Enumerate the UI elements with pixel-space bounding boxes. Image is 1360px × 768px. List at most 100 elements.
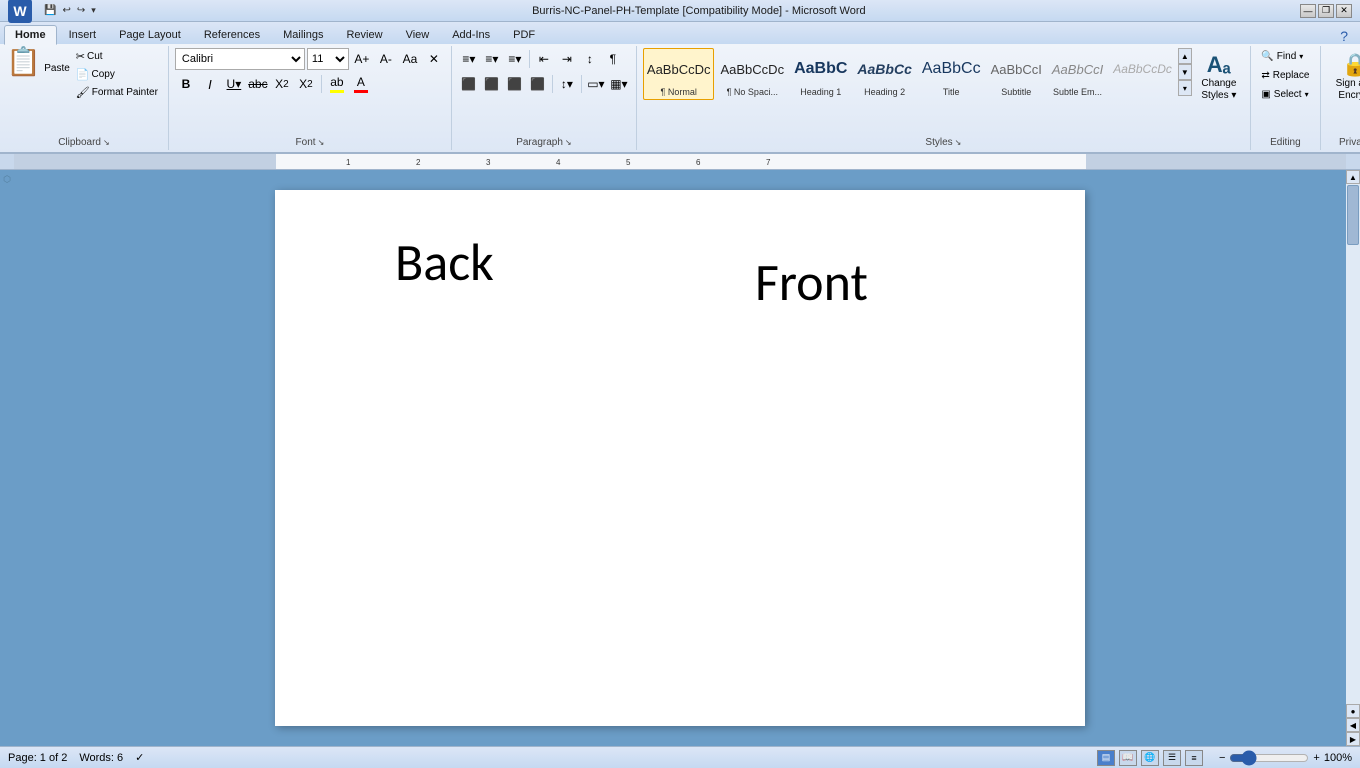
para-divider2 xyxy=(552,75,553,93)
zoom-slider[interactable] xyxy=(1229,752,1309,764)
border-btn[interactable]: ▦▾ xyxy=(608,73,630,95)
cut-button[interactable]: ✂ Cut xyxy=(72,48,162,65)
ruler-right-margin xyxy=(1086,154,1346,169)
document-area[interactable]: Back Front xyxy=(14,170,1346,746)
left-panel-marker: ⬡ xyxy=(3,174,11,185)
help-button[interactable]: ? xyxy=(1340,28,1348,44)
close-btn[interactable]: ✕ xyxy=(1336,4,1352,18)
print-layout-btn[interactable]: ▤ xyxy=(1097,750,1115,766)
styles-scroll-expand-btn[interactable]: ▾ xyxy=(1178,80,1192,96)
change-case-btn[interactable]: Aa xyxy=(399,48,421,70)
select-browse-obj-btn[interactable]: ● xyxy=(1346,704,1360,718)
style-subtitle[interactable]: AaBbCcI Subtitle xyxy=(987,48,1046,100)
tab-page-layout[interactable]: Page Layout xyxy=(108,25,192,44)
format-painter-button[interactable]: 🖌 Format Painter xyxy=(72,84,162,101)
quick-redo-btn[interactable]: ↪ xyxy=(75,4,87,17)
font-size-select[interactable]: 11 xyxy=(307,48,349,70)
numbering-btn[interactable]: ≡▾ xyxy=(481,48,503,70)
style-heading1[interactable]: AaBbC Heading 1 xyxy=(790,48,851,100)
underline-button[interactable]: U▾ xyxy=(223,73,245,95)
scroll-thumb[interactable] xyxy=(1347,185,1359,245)
bold-button[interactable]: B xyxy=(175,73,197,95)
style-title-text: AaBbCc xyxy=(922,60,981,78)
quick-customize-btn[interactable]: ▾ xyxy=(89,4,98,17)
scroll-up-btn[interactable]: ▲ xyxy=(1346,170,1360,184)
tab-add-ins[interactable]: Add-Ins xyxy=(441,25,501,44)
zoom-out-btn[interactable]: − xyxy=(1219,752,1225,764)
tab-references[interactable]: References xyxy=(193,25,271,44)
style-normal[interactable]: AaBbCcDc ¶ Normal xyxy=(643,48,715,100)
clear-format-btn[interactable]: ✕ xyxy=(423,48,445,70)
styles-scroll-up-btn[interactable]: ▲ xyxy=(1178,48,1192,64)
style-heading2-text: AaBbCc xyxy=(857,61,911,77)
prev-page-btn[interactable]: ◀ xyxy=(1346,718,1360,732)
full-reading-btn[interactable]: 📖 xyxy=(1119,750,1137,766)
draft-btn[interactable]: ≡ xyxy=(1185,750,1203,766)
vertical-scrollbar[interactable]: ▲ ● ◀ ▶ xyxy=(1346,170,1360,746)
sign-encrypt-button[interactable]: 🔒 Sign andEncrypt xyxy=(1330,48,1360,106)
select-button[interactable]: ▣ Select ▾ xyxy=(1256,86,1314,103)
shading-btn[interactable]: ▭▾ xyxy=(585,73,607,95)
bullets-btn[interactable]: ≡▾ xyxy=(458,48,480,70)
replace-button[interactable]: ⇄ Replace xyxy=(1256,67,1314,84)
scroll-track[interactable] xyxy=(1346,184,1360,704)
proofread-icon[interactable]: ✓ xyxy=(135,751,144,764)
font-expand-icon[interactable]: ↘ xyxy=(318,138,325,147)
decrease-indent-btn[interactable]: ⇤ xyxy=(533,48,555,70)
zoom-percentage: 100% xyxy=(1324,752,1352,764)
align-right-btn[interactable]: ⬛ xyxy=(504,73,526,95)
zoom-in-btn[interactable]: + xyxy=(1313,752,1319,764)
tab-mailings[interactable]: Mailings xyxy=(272,25,334,44)
style-subtle-em[interactable]: AaBbCcI Subtle Em... xyxy=(1048,48,1107,100)
font-size-increase-btn[interactable]: A+ xyxy=(351,48,373,70)
style-no-spacing[interactable]: AaBbCcDc ¶ No Spaci... xyxy=(716,48,788,100)
line-spacing-btn[interactable]: ↕▾ xyxy=(556,73,578,95)
style-heading2[interactable]: AaBbCc Heading 2 xyxy=(853,48,915,100)
tab-home[interactable]: Home xyxy=(4,25,57,45)
ruler-left-margin xyxy=(14,154,276,169)
find-dropdown-icon: ▾ xyxy=(1299,52,1303,61)
restore-btn[interactable]: ❐ xyxy=(1318,4,1334,18)
sort-btn[interactable]: ↕ xyxy=(579,48,601,70)
find-button[interactable]: 🔍 Find ▾ xyxy=(1256,48,1314,65)
next-page-btn[interactable]: ▶ xyxy=(1346,732,1360,746)
styles-expand-icon[interactable]: ↘ xyxy=(955,138,962,147)
para-divider1 xyxy=(529,50,530,68)
multilevel-btn[interactable]: ≡▾ xyxy=(504,48,526,70)
tab-view[interactable]: View xyxy=(395,25,441,44)
style-extra[interactable]: AaBbCcDc xyxy=(1109,48,1176,90)
minimize-btn[interactable]: — xyxy=(1300,4,1316,18)
tab-insert[interactable]: Insert xyxy=(58,25,108,44)
paste-button[interactable]: 📋 Paste xyxy=(6,48,70,76)
clipboard-group-label: Clipboard ↘ xyxy=(6,135,162,148)
tab-review[interactable]: Review xyxy=(335,25,393,44)
align-center-btn[interactable]: ⬛ xyxy=(481,73,503,95)
increase-indent-btn[interactable]: ⇥ xyxy=(556,48,578,70)
style-title[interactable]: AaBbCc Title xyxy=(918,48,985,100)
paragraph-expand-icon[interactable]: ↘ xyxy=(565,138,572,147)
justify-btn[interactable]: ⬛ xyxy=(527,73,549,95)
window-title: Burris-NC-Panel-PH-Template [Compatibili… xyxy=(98,5,1300,17)
superscript-button[interactable]: X2 xyxy=(295,73,317,95)
italic-button[interactable]: I xyxy=(199,73,221,95)
quick-save-btn[interactable]: 💾 xyxy=(42,4,58,17)
subscript-button[interactable]: X2 xyxy=(271,73,293,95)
show-marks-btn[interactable]: ¶ xyxy=(602,48,624,70)
strikethrough-button[interactable]: abc xyxy=(247,73,269,95)
status-left: Page: 1 of 2 Words: 6 ✓ xyxy=(8,751,144,764)
outline-btn[interactable]: ☰ xyxy=(1163,750,1181,766)
align-left-btn[interactable]: ⬛ xyxy=(458,73,480,95)
highlight-button[interactable]: ab xyxy=(326,73,348,95)
web-layout-btn[interactable]: 🌐 xyxy=(1141,750,1159,766)
quick-undo-btn[interactable]: ↩ xyxy=(60,4,72,17)
change-styles-button[interactable]: Aₐ ChangeStyles ▾ xyxy=(1194,48,1244,106)
styles-scroll-down-btn[interactable]: ▼ xyxy=(1178,64,1192,80)
font-name-select[interactable]: Calibri xyxy=(175,48,305,70)
font-color-button[interactable]: A xyxy=(350,73,372,95)
font-size-decrease-btn[interactable]: A- xyxy=(375,48,397,70)
copy-button[interactable]: 📄 Copy xyxy=(72,66,162,83)
clipboard-expand-icon[interactable]: ↘ xyxy=(103,138,110,147)
style-subtitle-label: Subtitle xyxy=(1001,87,1031,97)
tab-pdf[interactable]: PDF xyxy=(502,25,546,44)
word-icon: W xyxy=(8,0,32,23)
